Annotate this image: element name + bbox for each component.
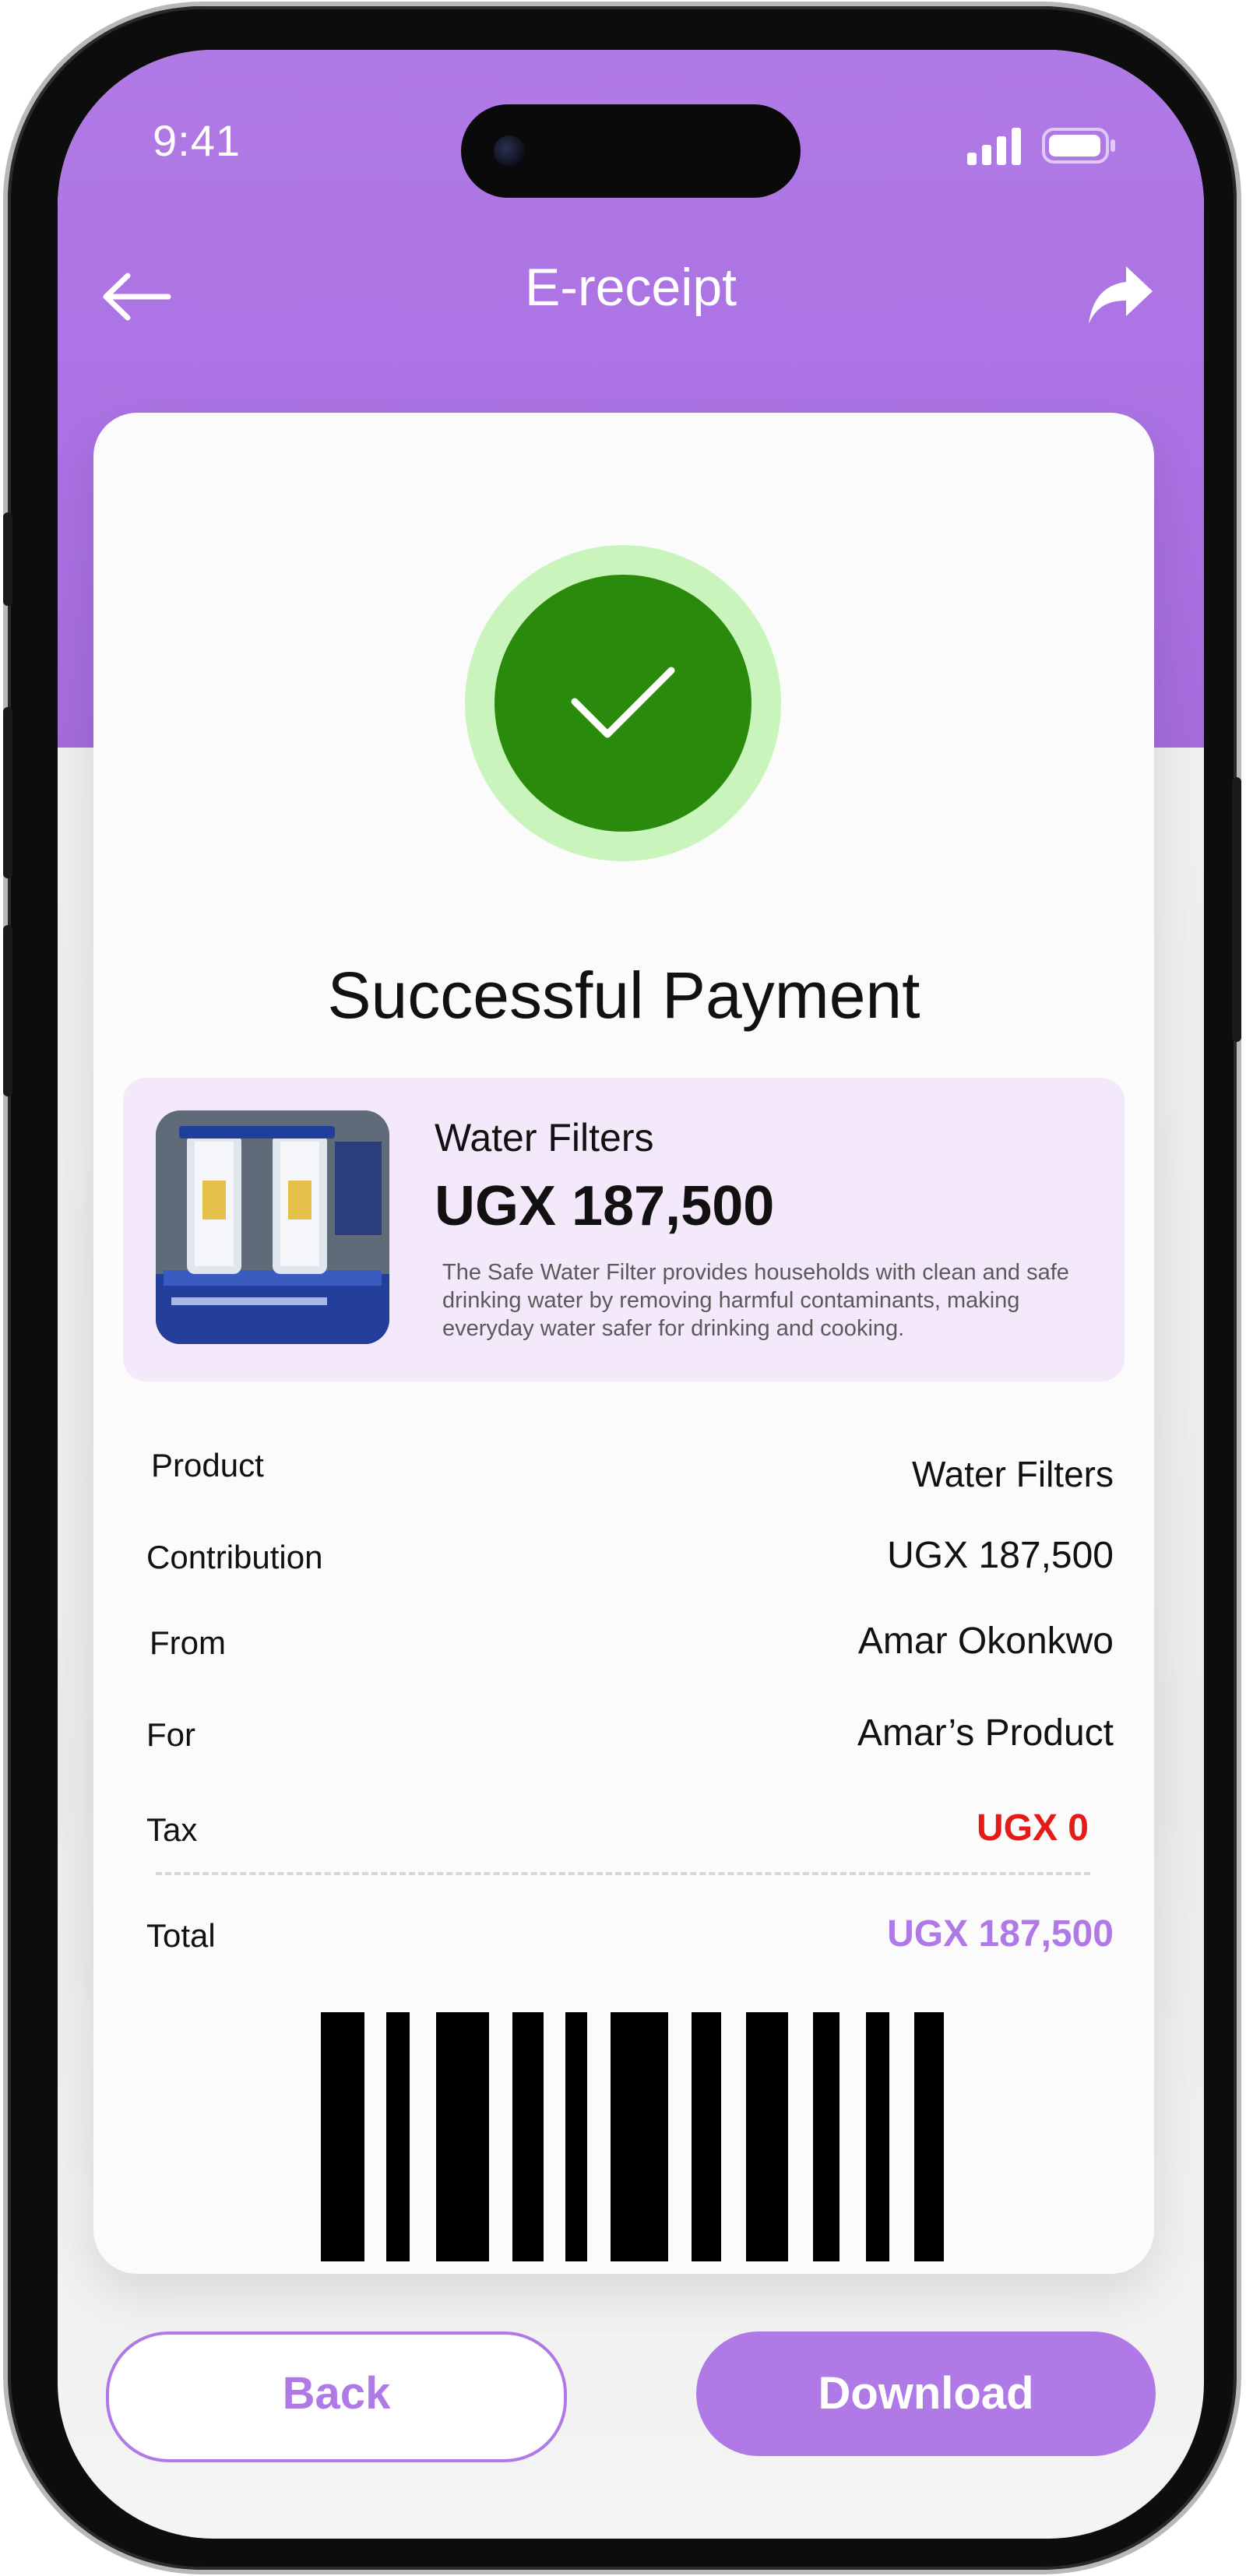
contribution-label: Contribution	[146, 1539, 323, 1575]
total-label: Total	[146, 1917, 216, 1954]
barcode-bar	[436, 2012, 489, 2261]
barcode-bar	[746, 2012, 788, 2261]
from-label: From	[150, 1624, 226, 1661]
volume-down-button	[3, 925, 12, 1096]
camera-icon	[494, 135, 525, 167]
product-image	[156, 1110, 389, 1344]
download-button[interactable]: Download	[696, 2331, 1156, 2456]
screen: 9:41 E-receipt Successful Payment Water …	[58, 50, 1204, 2539]
barcode-bar	[692, 2012, 721, 2261]
contribution-value: UGX 187,500	[887, 1535, 1114, 1576]
product-label: Product	[151, 1447, 264, 1483]
status-time: 9:41	[153, 116, 241, 165]
dynamic-island	[461, 104, 801, 198]
battery-icon	[1042, 128, 1115, 164]
product-price: UGX 187,500	[435, 1175, 775, 1237]
phone-frame: 9:41 E-receipt Successful Payment Water …	[3, 6, 1241, 2570]
tax-label: Tax	[146, 1811, 198, 1848]
signal-icon	[967, 128, 1021, 165]
barcode	[321, 2012, 944, 2261]
product-value: Water Filters	[912, 1454, 1114, 1494]
barcode-bar	[611, 2012, 668, 2261]
barcode-bar	[914, 2012, 944, 2261]
for-value: Amar’s Product	[857, 1712, 1114, 1754]
success-badge	[465, 545, 781, 861]
barcode-bar	[565, 2012, 587, 2261]
action-button	[3, 512, 12, 606]
dashed-divider	[156, 1872, 1090, 1875]
tax-value: UGX 0	[976, 1807, 1089, 1849]
from-value: Amar Okonkwo	[857, 1621, 1114, 1662]
share-icon[interactable]	[1086, 262, 1156, 329]
power-button	[1232, 777, 1241, 1042]
barcode-bar	[512, 2012, 544, 2261]
product-description: The Safe Water Filter provides household…	[442, 1260, 1069, 1341]
product-name: Water Filters	[435, 1116, 654, 1160]
for-label: For	[146, 1716, 195, 1753]
water-filter-illustration	[156, 1110, 389, 1344]
receipt-card: Successful Payment Water Filters UGX 187…	[93, 413, 1154, 2274]
total-value: UGX 187,500	[887, 1913, 1114, 1955]
back-button[interactable]: Back	[106, 2331, 567, 2462]
volume-up-button	[3, 707, 12, 878]
success-title: Successful Payment	[327, 959, 920, 1032]
barcode-bar	[866, 2012, 889, 2261]
product-summary: Water Filters UGX 187,500 The Safe Water…	[123, 1078, 1125, 1381]
barcode-bar	[386, 2012, 410, 2261]
checkmark-icon	[571, 667, 675, 738]
page-title: E-receipt	[524, 258, 737, 317]
barcode-bar	[813, 2012, 839, 2261]
barcode-bar	[321, 2012, 364, 2261]
